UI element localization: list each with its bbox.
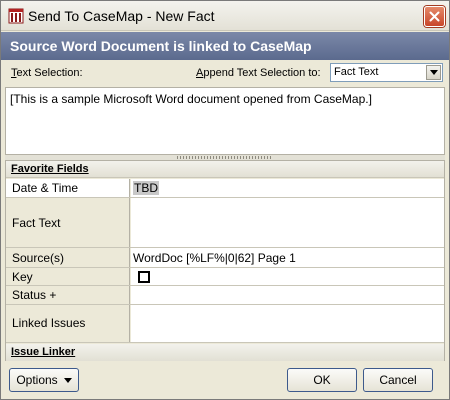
field-value-cell: [131, 268, 444, 285]
header-band: Source Word Document is linked to CaseMa…: [1, 32, 449, 60]
text-selection-label: Text Selection:: [11, 67, 83, 79]
append-to-value: Fact Text: [334, 66, 379, 78]
field-row-sources[interactable]: Source(s) WordDoc [%LF%|0|62] Page 1: [6, 248, 444, 268]
title-bar[interactable]: Send To CaseMap - New Fact: [1, 1, 449, 31]
field-name-cell: Status +: [6, 286, 130, 304]
field-name: Date & Time: [12, 181, 79, 195]
field-name: Key: [12, 270, 33, 284]
field-row-date-time[interactable]: Date & Time TBD: [6, 179, 444, 198]
issue-linker-title: Issue Linker: [11, 346, 76, 358]
field-value: TBD: [133, 181, 159, 195]
field-name-cell: Linked Issues: [6, 305, 130, 342]
window-title: Send To CaseMap - New Fact: [28, 8, 215, 24]
field-name: Linked Issues: [12, 316, 86, 330]
dropdown-button[interactable]: [426, 65, 441, 80]
close-button[interactable]: [424, 6, 445, 27]
options-button[interactable]: Options: [9, 368, 79, 392]
field-value-cell[interactable]: TBD: [131, 179, 444, 197]
field-name-cell: Fact Text: [6, 198, 130, 247]
field-value-cell[interactable]: [131, 198, 444, 247]
text-selection-area[interactable]: [This is a sample Microsoft Word documen…: [5, 87, 445, 155]
chevron-down-icon: [429, 70, 438, 75]
cancel-button[interactable]: Cancel: [363, 368, 433, 392]
close-icon: [429, 11, 440, 22]
header-title: Source Word Document is linked to CaseMa…: [10, 38, 312, 54]
fields-grid: Favorite Fields Date & Time TBD Fact Tex…: [5, 160, 445, 361]
chevron-down-icon: [63, 377, 72, 383]
ok-button-label: OK: [313, 373, 331, 387]
casemap-app-icon: [8, 8, 24, 24]
field-row-status[interactable]: Status +: [6, 286, 444, 305]
key-checkbox[interactable]: [138, 271, 150, 283]
append-to-select[interactable]: Fact Text: [330, 63, 443, 82]
favorite-fields-title: Favorite Fields: [11, 163, 89, 175]
field-name: Status +: [12, 288, 57, 302]
favorite-fields-header[interactable]: Favorite Fields: [6, 161, 444, 178]
issue-linker-header[interactable]: Issue Linker: [6, 344, 444, 361]
dialog-window: Send To CaseMap - New Fact Source Word D…: [0, 0, 450, 400]
field-name: Source(s): [12, 251, 65, 265]
ok-button[interactable]: OK: [287, 368, 357, 392]
field-name-cell: Key: [6, 268, 130, 285]
field-value-cell[interactable]: WordDoc [%LF%|0|62] Page 1: [131, 248, 444, 267]
field-value-cell[interactable]: [131, 305, 444, 342]
field-row-key[interactable]: Key: [6, 268, 444, 286]
text-selection-content: [This is a sample Microsoft Word documen…: [10, 92, 372, 106]
options-button-label: Options: [16, 373, 58, 387]
field-row-linked-issues[interactable]: Linked Issues: [6, 305, 444, 343]
field-row-fact-text[interactable]: Fact Text: [6, 198, 444, 248]
field-value: WordDoc [%LF%|0|62] Page 1: [133, 251, 296, 265]
append-to-label: Append Text Selection to:: [196, 67, 321, 79]
field-name-cell: Date & Time: [6, 179, 130, 197]
field-name: Fact Text: [12, 216, 61, 230]
field-value-cell[interactable]: [131, 286, 444, 304]
field-name-cell: Source(s): [6, 248, 130, 267]
cancel-button-label: Cancel: [379, 373, 417, 387]
splitter-grip: [177, 156, 273, 159]
